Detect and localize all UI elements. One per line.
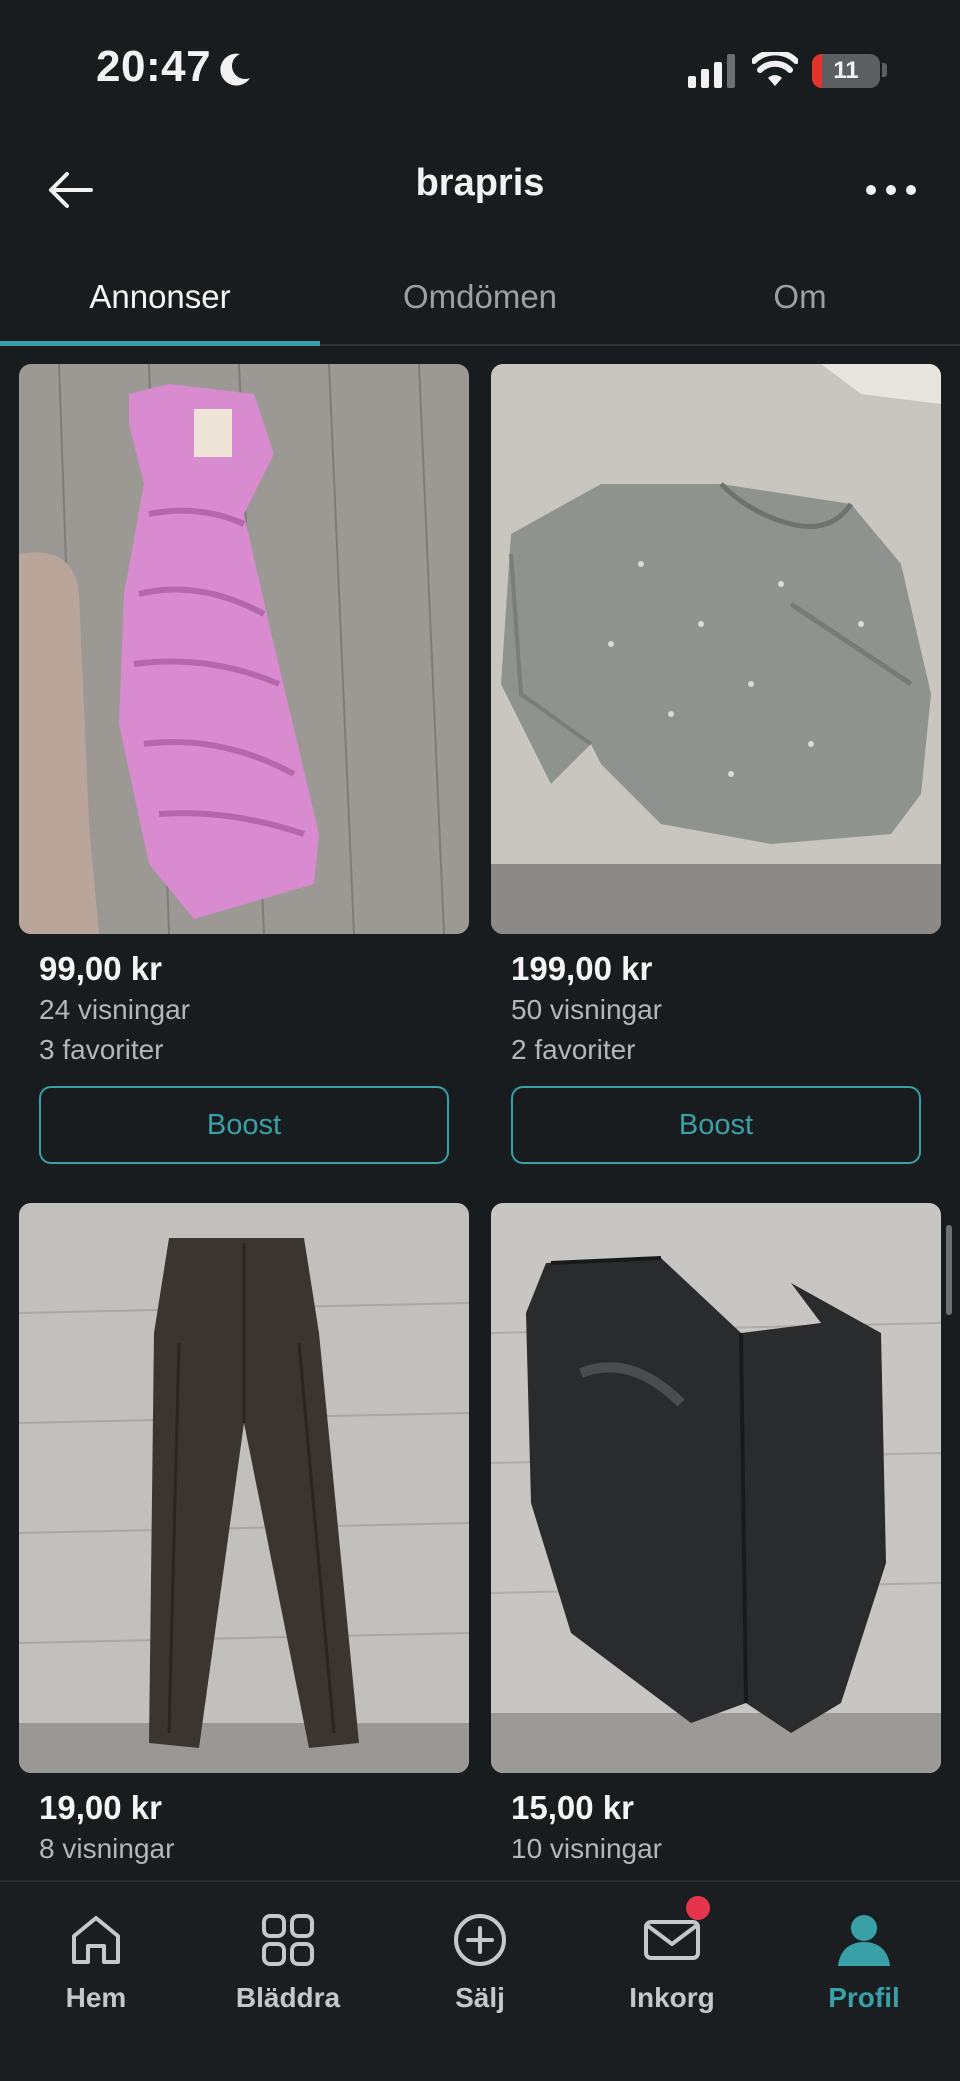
brown-leather-trousers-photo xyxy=(19,1203,469,1773)
pink-dress-photo xyxy=(19,364,469,934)
wifi-icon xyxy=(752,52,798,86)
tab-omdomen[interactable]: Omdömen xyxy=(320,250,640,344)
bottom-navigation: Hem Bläddra Sälj Inkorg Profil xyxy=(0,1880,960,2081)
battery-level: 11 xyxy=(833,57,859,84)
boost-button[interactable]: Boost xyxy=(39,1086,449,1164)
listing-views: 24 visningar xyxy=(39,994,190,1025)
profile-header: brapris xyxy=(0,140,960,250)
listing-photo[interactable] xyxy=(19,1203,469,1773)
boost-button[interactable]: Boost xyxy=(511,1086,921,1164)
nav-label: Inkorg xyxy=(629,1982,715,2013)
nav-item-profil[interactable]: Profil xyxy=(768,1882,960,2081)
page-title: brapris xyxy=(415,162,545,204)
listing-card[interactable]: 15,00 kr 10 visningar xyxy=(491,1203,941,1869)
nav-item-salj[interactable]: Sälj xyxy=(384,1882,576,2081)
listing-card[interactable]: 99,00 kr 24 visningar 3 favoriter Boost xyxy=(19,364,469,1164)
status-time: 20:47 xyxy=(96,42,212,91)
status-bar: 20:47 11 xyxy=(0,0,960,140)
person-icon xyxy=(838,1915,890,1966)
tab-om[interactable]: Om xyxy=(640,250,960,344)
listing-views: 10 visningar xyxy=(511,1833,662,1864)
listing-price: 199,00 kr xyxy=(511,950,653,987)
grey-sequin-top-photo xyxy=(491,364,941,934)
listing-price: 99,00 kr xyxy=(39,950,162,987)
listing-views: 8 visningar xyxy=(39,1833,175,1864)
home-icon xyxy=(72,1916,120,1964)
listing-views: 50 visningar xyxy=(511,994,662,1025)
black-leggings-photo xyxy=(491,1203,941,1773)
nav-label: Sälj xyxy=(455,1982,505,2013)
listing-card[interactable]: 199,00 kr 50 visningar 2 favoriter Boost xyxy=(491,364,941,1164)
listing-favorites: 3 favoriter xyxy=(39,1034,164,1065)
battery-low-fill xyxy=(812,54,822,88)
notification-badge xyxy=(686,1896,710,1920)
profile-tabs: Annonser Omdömen Om xyxy=(0,250,960,346)
listing-card[interactable]: 19,00 kr 8 visningar xyxy=(19,1203,469,1869)
grid-icon xyxy=(262,1914,314,1966)
cellular-signal-icon xyxy=(688,54,735,88)
nav-label: Profil xyxy=(828,1982,900,2013)
nav-item-bladdra[interactable]: Bläddra xyxy=(192,1882,384,2081)
nav-item-inkorg[interactable]: Inkorg xyxy=(576,1882,768,2081)
nav-item-hem[interactable]: Hem xyxy=(0,1882,192,2081)
tab-annonser[interactable]: Annonser xyxy=(0,250,320,346)
nav-label: Hem xyxy=(65,1982,127,2013)
plus-circle-icon xyxy=(454,1914,506,1966)
more-horizontal-icon xyxy=(866,185,876,195)
listing-photo[interactable] xyxy=(491,364,941,934)
listing-photo[interactable] xyxy=(19,364,469,934)
battery-tip xyxy=(882,63,887,77)
listing-photo[interactable] xyxy=(491,1203,941,1773)
battery-icon: 11 xyxy=(812,54,880,88)
moon-icon xyxy=(220,53,250,86)
scrollbar[interactable] xyxy=(946,1225,952,1315)
nav-label: Bläddra xyxy=(235,1982,341,2013)
listing-price: 15,00 kr xyxy=(511,1789,634,1826)
more-options-button[interactable] xyxy=(856,160,926,220)
listing-favorites: 2 favoriter xyxy=(511,1034,636,1065)
listing-price: 19,00 kr xyxy=(39,1789,162,1826)
